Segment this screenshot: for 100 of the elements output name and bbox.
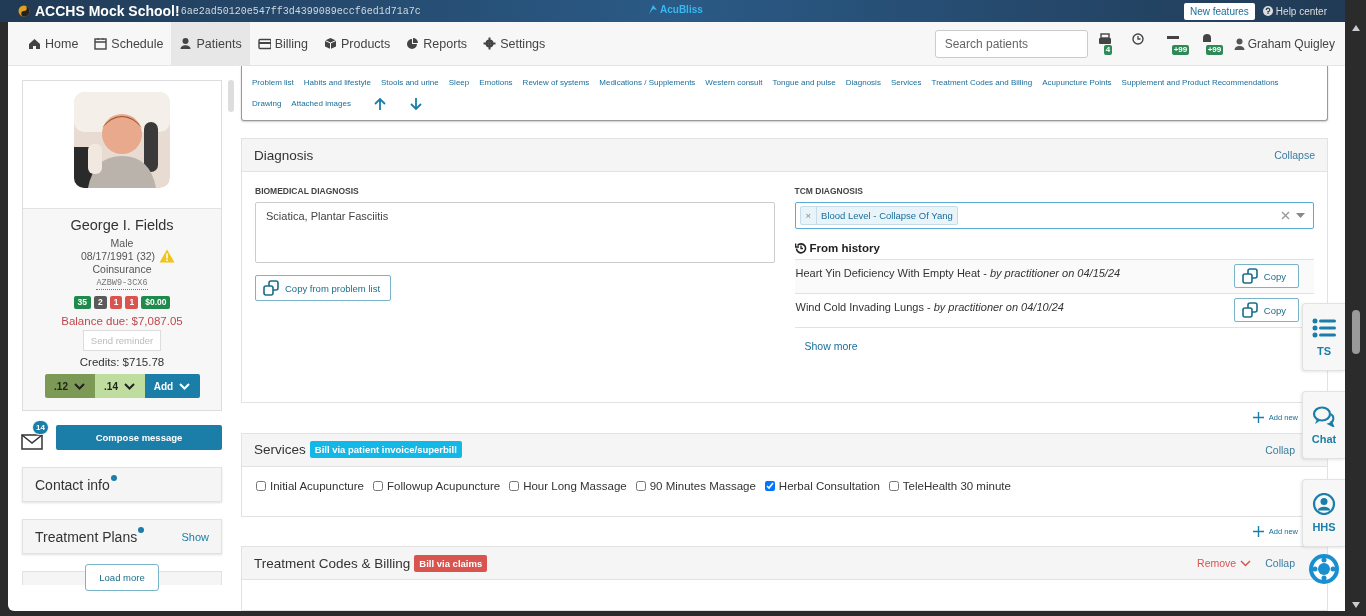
side-widget-button[interactable]: TS (1302, 303, 1345, 371)
load-more-button[interactable]: Load more (85, 564, 159, 591)
side-widget-button[interactable]: HHS (1302, 479, 1345, 547)
compose-message-button[interactable]: Compose message (56, 425, 222, 450)
support-icon[interactable] (1308, 553, 1340, 585)
count-badge: 1 (125, 296, 139, 309)
section-link[interactable]: Western consult (705, 78, 763, 87)
dropdown-button[interactable]: .14 (94, 374, 145, 398)
collapse-link[interactable]: Collap (1265, 557, 1295, 569)
checkbox[interactable] (373, 480, 383, 491)
section-link[interactable]: Tongue and pulse (772, 78, 836, 87)
show-more-link[interactable]: Show more (804, 340, 858, 352)
plus-icon (1252, 525, 1264, 537)
section-link[interactable]: Sleep (448, 78, 470, 87)
pie-chart-icon (406, 37, 420, 50)
arrow-up-icon[interactable] (372, 96, 387, 111)
caret-icon (73, 382, 85, 390)
nav-tab[interactable]: Products (316, 22, 399, 65)
biomedical-diagnosis-field[interactable]: Sciatica, Plantar Fasciitis (255, 202, 775, 263)
scroll-down-icon (1350, 601, 1361, 609)
copy-button[interactable]: Copy (1233, 264, 1299, 288)
service-label: Initial Acupuncture (270, 479, 364, 492)
help-center-link[interactable]: Help center (1262, 5, 1327, 17)
checkbox[interactable] (635, 480, 646, 491)
history-entry: Heart Yin Deficiency With Empty Heat - by practitioner on 04/15/24 (795, 266, 1121, 279)
scrollbar-thumb[interactable] (228, 80, 234, 112)
billing-badge: Bill via claims (414, 554, 488, 572)
section-link[interactable]: Treatment Codes and Billing (931, 78, 1033, 87)
count-badge: 35 (73, 296, 91, 309)
user-icon (1233, 37, 1245, 50)
collapse-link[interactable]: Collap (1265, 443, 1295, 456)
service-label: Followup Acupuncture (387, 479, 501, 492)
school-name: ACCHS Mock School! (35, 3, 180, 19)
checkbox[interactable] (509, 480, 520, 491)
clock-icon[interactable] (1131, 32, 1146, 45)
section-link[interactable]: Diagnosis (845, 78, 881, 87)
arrow-down-icon[interactable] (408, 96, 423, 111)
credit-card-icon (257, 37, 271, 50)
balance-due: Balance due: $7,087.05 (61, 315, 183, 327)
list-icon (1312, 317, 1336, 339)
service-label: TeleHealth 30 minute (902, 479, 1011, 492)
credits: Credits: $715.78 (79, 356, 165, 368)
field-label: TCM DIAGNOSIS (794, 186, 863, 196)
history-icon (794, 242, 807, 254)
dropdown-button[interactable]: .12 (44, 374, 95, 398)
count-badge: $0.00 (141, 296, 171, 309)
nav-tab[interactable]: Billing (249, 22, 316, 65)
section-link[interactable]: Supplement and Product Recommendations (1121, 78, 1279, 87)
nav-tab[interactable]: Schedule (86, 22, 172, 65)
patient-gender: Male (110, 237, 134, 249)
user-menu[interactable]: Graham Quigley (1233, 36, 1335, 51)
tcm-diagnosis-select[interactable]: × Blood Level - Collapse Of Yang (794, 202, 1314, 229)
service-label: Hour Long Massage (523, 479, 627, 492)
diagnosis-tag: × Blood Level - Collapse Of Yang (799, 206, 958, 225)
school-hash: 6ae2ad50120e547ff3d4399089eccf6ed1d71a7c (180, 5, 421, 17)
panel-title: Treatment Codes & Billing (254, 555, 411, 571)
section-link[interactable]: Drawing (252, 99, 282, 108)
cube-icon (324, 37, 337, 50)
remove-tag-button[interactable]: × (800, 207, 818, 224)
caret-icon (123, 382, 135, 390)
remove-link[interactable]: Remove (1197, 557, 1252, 569)
checkbox[interactable] (764, 480, 775, 491)
side-widget-button[interactable]: Chat (1302, 391, 1345, 459)
dropdown-button[interactable]: Add (144, 374, 200, 398)
panel-title: Services (254, 442, 306, 457)
nav-tab[interactable]: Reports (398, 22, 476, 65)
checkbox[interactable] (256, 480, 266, 491)
count-badge: +99 (1171, 44, 1190, 55)
dropdown-caret-icon[interactable] (1296, 212, 1305, 219)
nav-tab[interactable]: Home (20, 22, 87, 65)
panel-title: Diagnosis (254, 147, 314, 163)
scrollbar-thumb[interactable] (1351, 310, 1360, 354)
copy-button[interactable]: Copy (1233, 298, 1299, 322)
printer-icon[interactable] (1097, 32, 1112, 45)
section-link[interactable]: Acupuncture Points (1042, 78, 1112, 87)
section-link[interactable]: Habits and lifestyle (303, 78, 371, 87)
section-link[interactable]: Review of systems (522, 78, 590, 87)
clear-icon[interactable] (1281, 211, 1290, 220)
section-link[interactable]: Emotions (479, 78, 513, 87)
copy-button[interactable]: Copy from problem list (255, 275, 392, 301)
checkbox[interactable] (888, 480, 899, 491)
brand-logo[interactable]: AcuBliss (648, 4, 703, 15)
panel-title: Treatment Plans (35, 528, 138, 545)
section-link[interactable]: Medications / Supplements (599, 78, 696, 87)
count-badge: +99 (1205, 44, 1224, 55)
section-link[interactable]: Problem list (252, 78, 294, 87)
envelope-icon[interactable] (21, 433, 43, 450)
collapsible-panel[interactable]: Contact info (22, 467, 222, 502)
collapse-link[interactable]: Collapse (1274, 149, 1315, 161)
section-link[interactable]: Services (890, 78, 922, 87)
search-field[interactable]: Search patients (934, 29, 1088, 58)
nav-tab[interactable]: Patients (171, 22, 250, 65)
patient-birthdate: 08/17/1991 (32) (80, 250, 156, 262)
section-link[interactable]: Stools and urine (380, 78, 439, 87)
nav-tab[interactable]: Settings (475, 22, 554, 65)
show-link[interactable]: Show (181, 530, 209, 543)
new-features-button[interactable]: New features (1183, 2, 1255, 20)
section-link[interactable]: Attached images (291, 99, 351, 108)
service-label: Herbal Consultation (778, 479, 880, 492)
collapsible-panel[interactable]: Treatment Plans Show (22, 519, 222, 554)
